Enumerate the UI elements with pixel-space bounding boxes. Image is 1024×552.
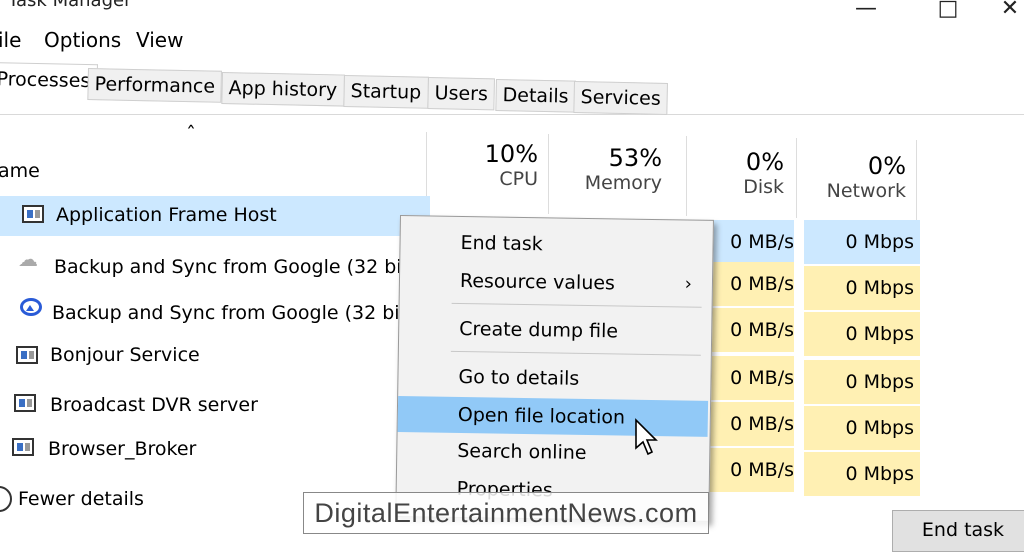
disk-percent: 0% (745, 148, 784, 176)
tab-strip: Processes Performance App history Startu… (0, 60, 1024, 115)
cloud-icon: ☁ (18, 247, 38, 271)
memory-percent: 53% (608, 144, 662, 172)
menu-item-open-file-location[interactable]: Open file location (397, 395, 709, 437)
mouse-cursor-icon (635, 418, 658, 456)
tab-services[interactable]: Services (573, 81, 669, 115)
end-task-button[interactable]: End task (892, 510, 1024, 552)
chevron-right-icon: › (684, 273, 693, 295)
column-divider (548, 134, 549, 214)
process-name: Backup and Sync from Google (32 bit) (52, 302, 415, 324)
disk-cell: 0 MB/s (704, 262, 794, 306)
title-bar: Task Manager — □ ✕ (0, 0, 1024, 21)
memory-label: Memory (584, 172, 662, 194)
menu-item-search-online[interactable]: Search online (397, 432, 708, 473)
fewer-details-link[interactable]: Fewer details (18, 488, 144, 510)
disk-cell: 0 MB/s (704, 356, 794, 400)
process-name: Backup and Sync from Google (32 bit) (54, 256, 417, 278)
column-header-network[interactable]: 0% Network (800, 152, 906, 202)
menu-item-label: Search online (457, 439, 587, 464)
menu-separator (451, 302, 702, 308)
network-percent: 0% (867, 152, 906, 180)
table-row[interactable]: ☁ Backup and Sync from Google (32 bit) (0, 244, 430, 284)
network-cell: 0 Mbps (804, 220, 920, 264)
column-header-name[interactable]: ame (0, 160, 40, 182)
table-row[interactable]: Broadcast DVR server (0, 386, 430, 426)
table-row[interactable]: Browser_Broker (0, 430, 430, 470)
menu-file[interactable]: ile (0, 28, 21, 52)
column-divider (686, 136, 687, 216)
disk-cell: 0 MB/s (704, 308, 794, 352)
process-name: Browser_Broker (48, 438, 197, 460)
menu-item-label: End task (460, 231, 543, 256)
chevron-up-circle-icon[interactable] (0, 486, 12, 512)
column-header-cpu[interactable]: 10% CPU (430, 140, 538, 190)
menu-item-label: Create dump file (459, 317, 619, 343)
process-name: Application Frame Host (56, 204, 277, 226)
menu-options[interactable]: Options (44, 28, 121, 52)
menu-item-go-to-details[interactable]: Go to details (398, 358, 709, 399)
google-drive-icon (20, 298, 42, 316)
table-row[interactable]: Bonjour Service (0, 338, 430, 378)
window-icon (14, 394, 36, 412)
menu-separator (450, 350, 701, 356)
network-label: Network (826, 180, 906, 202)
tab-startup[interactable]: Startup (343, 75, 429, 109)
menu-view[interactable]: View (136, 28, 183, 52)
table-row[interactable]: Application Frame Host (0, 196, 430, 236)
menu-item-label: Go to details (458, 365, 580, 390)
network-cell: 0 Mbps (804, 406, 920, 450)
network-cell: 0 Mbps (804, 360, 920, 404)
menu-item-label: Open file location (457, 403, 626, 429)
disk-cell: 0 MB/s (704, 220, 794, 264)
menu-item-resource-values[interactable]: Resource values › (400, 262, 711, 303)
window-icon (12, 438, 34, 456)
window-title: Task Manager (8, 0, 132, 11)
tab-processes[interactable]: Processes (0, 62, 98, 101)
menu-bar: ile Options View (0, 20, 1024, 58)
process-name: Broadcast DVR server (50, 394, 258, 416)
watermark: DigitalEntertainmentNews.com (303, 492, 709, 534)
maximize-icon[interactable]: □ (928, 0, 968, 21)
tab-users[interactable]: Users (427, 77, 496, 111)
process-name: Bonjour Service (50, 344, 200, 366)
cpu-percent: 10% (484, 140, 538, 168)
menu-item-create-dump-file[interactable]: Create dump file (399, 310, 710, 351)
tab-app-history[interactable]: App history (221, 72, 345, 107)
tab-performance[interactable]: Performance (87, 68, 223, 103)
network-cell: 0 Mbps (804, 312, 920, 356)
column-header-disk[interactable]: 0% Disk (690, 148, 784, 198)
tab-details[interactable]: Details (495, 79, 576, 113)
disk-cell: 0 MB/s (704, 402, 794, 446)
window-icon (22, 205, 44, 223)
column-divider (796, 138, 797, 218)
network-cell: 0 Mbps (804, 266, 920, 310)
cpu-label: CPU (499, 168, 538, 190)
table-row[interactable]: Backup and Sync from Google (32 bit) (0, 290, 430, 330)
minimize-icon[interactable]: — (846, 0, 886, 21)
context-menu: End task Resource values › Create dump f… (395, 215, 714, 522)
sort-up-icon[interactable]: ˆ (186, 122, 196, 146)
menu-item-end-task[interactable]: End task (400, 224, 711, 265)
column-divider (916, 140, 917, 220)
close-icon[interactable]: ✕ (990, 0, 1024, 21)
window-icon (16, 346, 38, 364)
menu-item-label: Resource values (459, 269, 616, 295)
disk-label: Disk (743, 176, 784, 198)
column-header-memory[interactable]: 53% Memory (552, 144, 662, 194)
